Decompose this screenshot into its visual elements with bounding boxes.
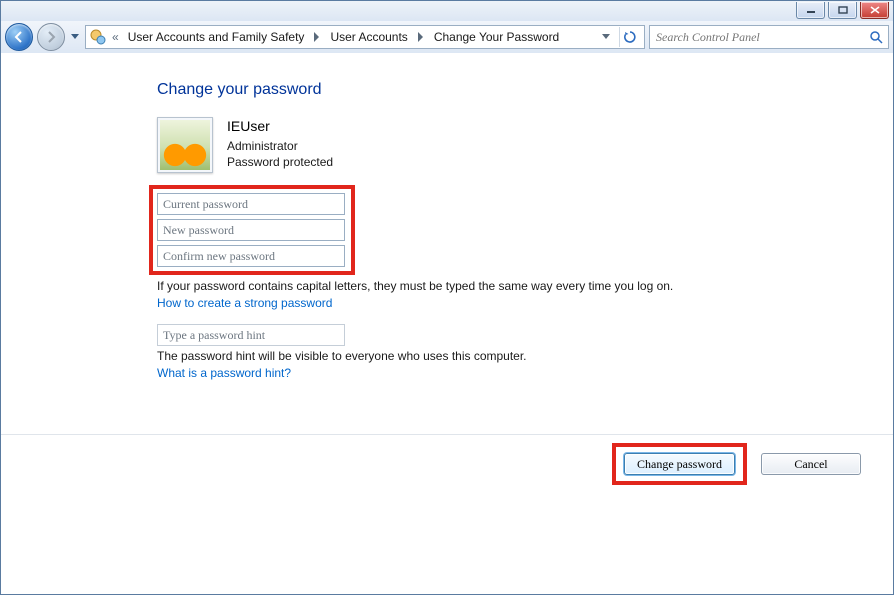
footer: Change password Cancel bbox=[1, 443, 893, 487]
confirm-password-input[interactable] bbox=[157, 245, 345, 267]
search-box[interactable] bbox=[649, 25, 889, 49]
page-title: Change your password bbox=[157, 81, 777, 99]
user-avatar bbox=[157, 117, 213, 173]
cancel-button[interactable]: Cancel bbox=[761, 453, 861, 475]
breadcrumb-item[interactable]: User Accounts bbox=[327, 30, 410, 44]
password-hint-link[interactable]: What is a password hint? bbox=[157, 366, 291, 380]
address-bar[interactable]: « User Accounts and Family Safety User A… bbox=[85, 25, 645, 49]
control-panel-icon bbox=[90, 29, 106, 45]
breadcrumb-item[interactable]: User Accounts and Family Safety bbox=[125, 30, 308, 44]
current-password-input[interactable] bbox=[157, 193, 345, 215]
new-password-input[interactable] bbox=[157, 219, 345, 241]
password-hint-input[interactable] bbox=[157, 324, 345, 346]
nav-forward-button[interactable] bbox=[37, 23, 65, 51]
window-maximize-button[interactable] bbox=[828, 2, 857, 19]
window-close-button[interactable] bbox=[860, 2, 889, 19]
refresh-button[interactable] bbox=[619, 27, 640, 47]
breadcrumb-separator-icon[interactable] bbox=[415, 28, 427, 46]
breadcrumb-separator-icon[interactable] bbox=[311, 28, 323, 46]
search-icon[interactable] bbox=[868, 30, 884, 44]
address-dropdown-icon[interactable] bbox=[599, 34, 613, 40]
nav-history-dropdown[interactable] bbox=[69, 24, 81, 50]
change-password-button[interactable]: Change password bbox=[624, 453, 735, 475]
user-name: IEUser bbox=[227, 117, 333, 136]
breadcrumb-overflow-icon[interactable]: « bbox=[110, 30, 121, 44]
strong-password-link[interactable]: How to create a strong password bbox=[157, 296, 332, 310]
highlight-change-password: Change password bbox=[612, 443, 747, 485]
window-minimize-button[interactable] bbox=[796, 2, 825, 19]
hint-visibility-note: The password hint will be visible to eve… bbox=[157, 349, 697, 363]
nav-back-button[interactable] bbox=[5, 23, 33, 51]
search-input[interactable] bbox=[654, 29, 868, 46]
explorer-navbar: « User Accounts and Family Safety User A… bbox=[1, 21, 893, 54]
window-titlebar bbox=[1, 1, 893, 22]
user-role: Administrator bbox=[227, 138, 333, 154]
caps-lock-note: If your password contains capital letter… bbox=[157, 279, 697, 293]
user-status: Password protected bbox=[227, 154, 333, 170]
highlight-password-fields bbox=[149, 185, 355, 275]
user-meta: IEUser Administrator Password protected bbox=[227, 117, 333, 170]
breadcrumb-item[interactable]: Change Your Password bbox=[431, 30, 562, 44]
content-area: Change your password IEUser Administrato… bbox=[1, 53, 893, 594]
footer-separator bbox=[1, 434, 893, 435]
